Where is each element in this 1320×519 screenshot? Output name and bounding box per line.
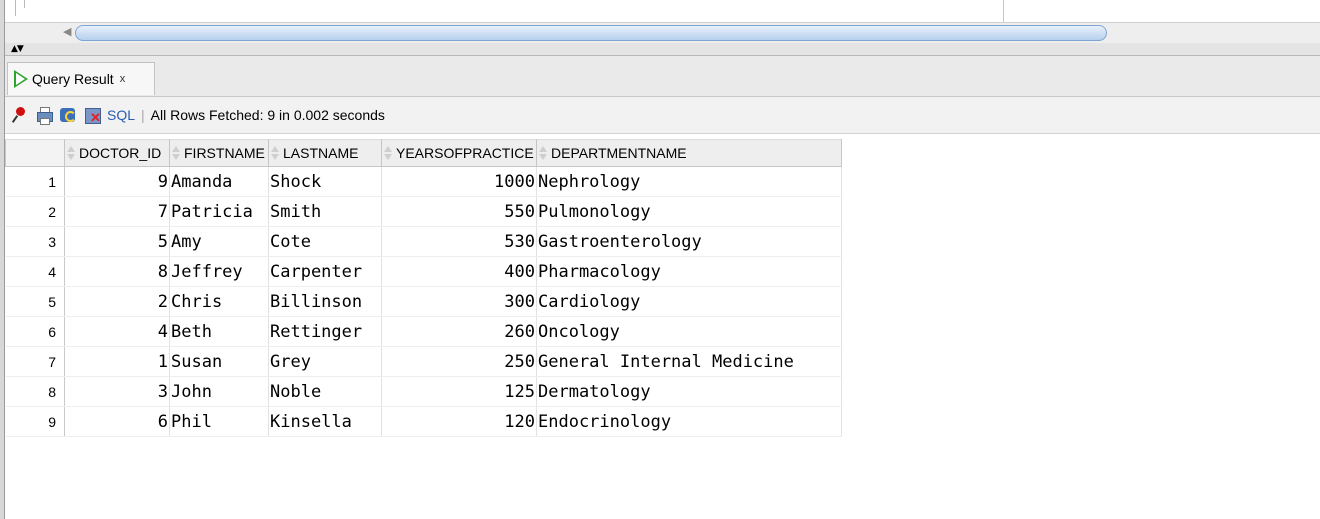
panel-splitter[interactable]: ▲▼ [5,43,1320,56]
cell-firstname[interactable]: John [169,376,269,407]
sort-icon[interactable] [172,146,180,160]
cell-doctor-id[interactable]: 6 [64,406,170,437]
cell-firstname[interactable]: Phil [169,406,269,437]
row-number[interactable]: 5 [5,286,65,317]
scrollbar-thumb[interactable] [75,25,1107,41]
cell-doctor-id[interactable]: 3 [64,376,170,407]
cell-departmentname[interactable]: Gastroenterology [536,226,842,257]
cell-lastname[interactable]: Shock [268,166,382,197]
editor-remnant [5,0,1320,22]
cell-yearsofpractice[interactable]: 550 [381,196,537,227]
cell-yearsofpractice[interactable]: 120 [381,406,537,437]
cell-yearsofpractice[interactable]: 260 [381,316,537,347]
gutter-tick [15,0,16,16]
tab-query-result[interactable]: Query Result x [7,62,155,95]
splitter-toggle-icon[interactable]: ▲▼ [11,43,24,55]
cell-yearsofpractice[interactable]: 1000 [381,166,537,197]
sort-icon[interactable] [539,146,547,160]
table-row[interactable]: 3 5 Amy Cote 530 Gastroenterology [5,226,842,257]
result-tab-bar: Query Result x [5,56,1320,97]
cell-lastname[interactable]: Noble [268,376,382,407]
row-number[interactable]: 8 [5,376,65,407]
cell-doctor-id[interactable]: 2 [64,286,170,317]
row-number[interactable]: 7 [5,346,65,377]
close-tab-icon[interactable]: x [120,73,126,85]
row-number[interactable]: 3 [5,226,65,257]
cell-doctor-id[interactable]: 1 [64,346,170,377]
cell-doctor-id[interactable]: 7 [64,196,170,227]
result-grid: DOCTOR_ID FIRSTNAME LASTNAME YEARSOFPRAC… [5,139,842,437]
sort-icon[interactable] [271,146,279,160]
cell-firstname[interactable]: Amanda [169,166,269,197]
result-toolbar: ✕ SQL | All Rows Fetched: 9 in 0.002 sec… [5,97,1320,134]
table-row[interactable]: 4 8 Jeffrey Carpenter 400 Pharmacology [5,256,842,287]
column-header-lastname[interactable]: LASTNAME [268,139,382,167]
cell-doctor-id[interactable]: 4 [64,316,170,347]
cell-yearsofpractice[interactable]: 400 [381,256,537,287]
cell-yearsofpractice[interactable]: 250 [381,346,537,377]
sql-link[interactable]: SQL [107,107,135,123]
cell-departmentname[interactable]: Cardiology [536,286,842,317]
toolbar-separator: | [141,107,145,123]
table-row[interactable]: 8 3 John Noble 125 Dermatology [5,376,842,407]
cell-doctor-id[interactable]: 5 [64,226,170,257]
cell-doctor-id[interactable]: 8 [64,256,170,287]
cell-lastname[interactable]: Billinson [268,286,382,317]
table-row[interactable]: 9 6 Phil Kinsella 120 Endocrinology [5,406,842,437]
cell-departmentname[interactable]: Nephrology [536,166,842,197]
row-number-header [5,139,65,167]
cell-lastname[interactable]: Grey [268,346,382,377]
table-row[interactable]: 7 1 Susan Grey 250 General Internal Medi… [5,346,842,377]
cell-lastname[interactable]: Smith [268,196,382,227]
cell-lastname[interactable]: Cote [268,226,382,257]
cell-doctor-id[interactable]: 9 [64,166,170,197]
row-number[interactable]: 1 [5,166,65,197]
table-row[interactable]: 6 4 Beth Rettinger 260 Oncology [5,316,842,347]
editor-margin-line [1003,0,1004,22]
cell-firstname[interactable]: Susan [169,346,269,377]
row-number[interactable]: 6 [5,316,65,347]
print-icon[interactable] [35,106,53,125]
grid-header-row: DOCTOR_ID FIRSTNAME LASTNAME YEARSOFPRAC… [5,139,842,167]
cell-departmentname[interactable]: General Internal Medicine [536,346,842,377]
cell-yearsofpractice[interactable]: 125 [381,376,537,407]
row-number[interactable]: 9 [5,406,65,437]
cell-yearsofpractice[interactable]: 530 [381,226,537,257]
horizontal-scrollbar[interactable]: ◀ [5,22,1320,44]
column-header-doctor-id[interactable]: DOCTOR_ID [64,139,170,167]
cell-lastname[interactable]: Kinsella [268,406,382,437]
cell-firstname[interactable]: Jeffrey [169,256,269,287]
tab-label: Query Result [32,71,114,87]
table-row[interactable]: 2 7 Patricia Smith 550 Pulmonology [5,196,842,227]
table-row[interactable]: 5 2 Chris Billinson 300 Cardiology [5,286,842,317]
cell-departmentname[interactable]: Oncology [536,316,842,347]
run-statement-icon [14,70,28,88]
sort-icon[interactable] [67,146,75,160]
cell-lastname[interactable]: Rettinger [268,316,382,347]
cell-departmentname[interactable]: Pharmacology [536,256,842,287]
cell-departmentname[interactable]: Pulmonology [536,196,842,227]
sort-icon[interactable] [384,146,392,160]
fetch-status: All Rows Fetched: 9 in 0.002 seconds [150,107,385,123]
sql-cancel-icon[interactable]: ✕ [83,106,101,124]
cell-firstname[interactable]: Amy [169,226,269,257]
row-number[interactable]: 4 [5,256,65,287]
cell-lastname[interactable]: Carpenter [268,256,382,287]
cell-firstname[interactable]: Chris [169,286,269,317]
table-row[interactable]: 1 9 Amanda Shock 1000 Nephrology [5,166,842,197]
cell-firstname[interactable]: Patricia [169,196,269,227]
scroll-left-arrow-icon[interactable]: ◀ [63,25,71,38]
gutter-tick [24,0,25,8]
column-header-departmentname[interactable]: DEPARTMENTNAME [536,139,842,167]
cell-firstname[interactable]: Beth [169,316,269,347]
refresh-icon[interactable] [59,106,77,124]
cell-departmentname[interactable]: Endocrinology [536,406,842,437]
column-header-firstname[interactable]: FIRSTNAME [169,139,269,167]
cell-yearsofpractice[interactable]: 300 [381,286,537,317]
cell-departmentname[interactable]: Dermatology [536,376,842,407]
row-number[interactable]: 2 [5,196,65,227]
column-header-yearsofpractice[interactable]: YEARSOFPRACTICE [381,139,537,167]
pin-icon[interactable] [11,106,29,124]
